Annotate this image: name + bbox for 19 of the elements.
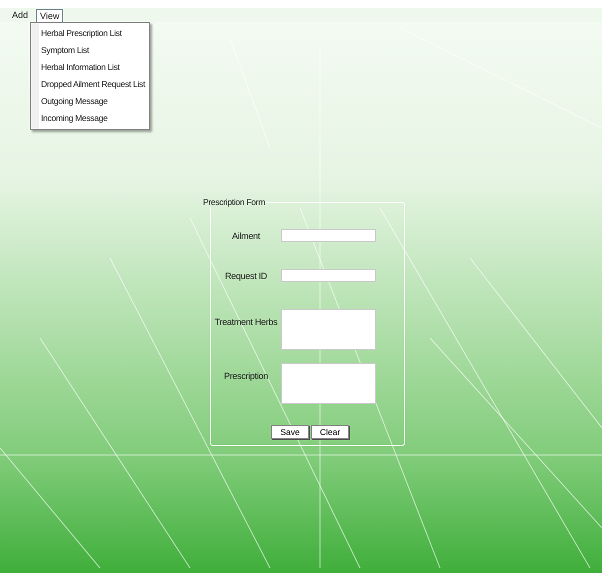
menu-entry[interactable]: Herbal Information List [31, 59, 146, 76]
form-button[interactable]: Save [271, 425, 309, 439]
input-field[interactable] [281, 269, 376, 282]
form-button[interactable]: Clear [311, 425, 349, 439]
input-field[interactable] [281, 229, 376, 242]
field-label: Ailment [231, 230, 262, 241]
menu-entry[interactable]: Incoming Message [31, 110, 146, 127]
field-label: Prescription [223, 370, 269, 381]
menu-entry[interactable]: Symptom List [31, 42, 146, 59]
menu-entry[interactable]: Dropped Ailment Request List [31, 76, 146, 93]
menu-item[interactable]: View [36, 8, 64, 22]
menu-entry[interactable]: Outgoing Message [31, 93, 146, 110]
text-area[interactable] [281, 363, 376, 404]
text-area[interactable] [281, 309, 376, 350]
menu-entry[interactable]: Herbal Prescription List [31, 25, 146, 42]
form-title: Prescription Form [203, 197, 265, 207]
menu-item[interactable]: Add [8, 8, 32, 22]
field-label: Request ID [224, 270, 268, 281]
field-label: Treatment Herbs [214, 316, 278, 327]
